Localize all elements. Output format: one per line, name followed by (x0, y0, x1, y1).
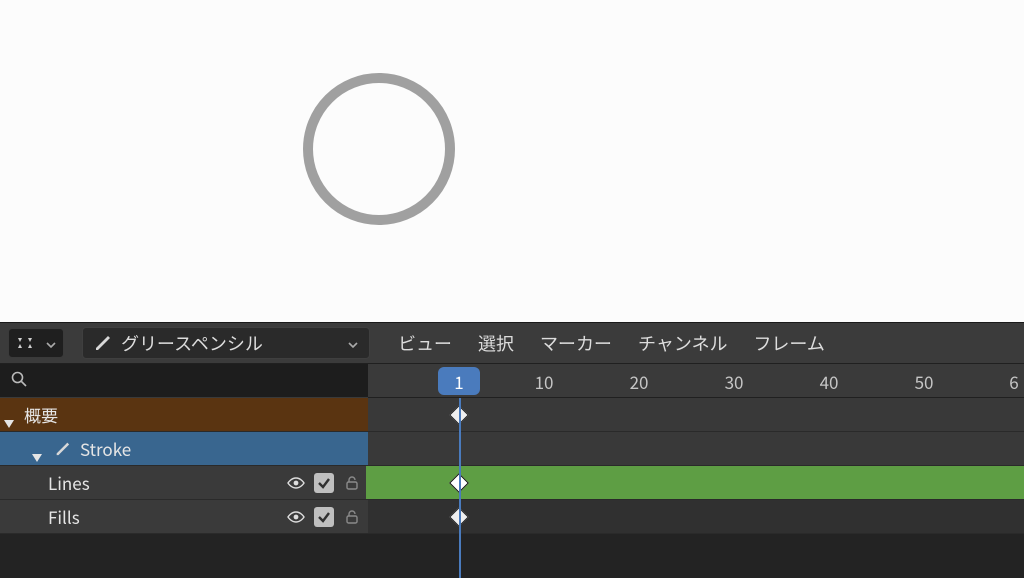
ruler-tick: 20 (630, 364, 649, 398)
channel-layer-row[interactable]: Lines (0, 466, 368, 500)
current-frame-indicator[interactable]: 1 (438, 367, 480, 395)
viewport[interactable] (0, 0, 1024, 322)
grease-pencil-icon (93, 331, 111, 356)
menu-view[interactable]: ビュー (398, 330, 452, 356)
ruler-tick: 6 (1009, 364, 1018, 398)
use-layer-checkbox[interactable] (314, 507, 334, 527)
visibility-toggle-icon[interactable] (286, 473, 306, 493)
dopesheet-icon (15, 331, 35, 356)
channel-summary-row[interactable]: 概要 (0, 398, 368, 432)
track-area[interactable] (368, 398, 1024, 534)
editor-type-dropdown[interactable] (8, 328, 64, 358)
channel-layer-label: Lines (48, 470, 280, 495)
lock-toggle-icon[interactable] (342, 473, 362, 493)
menu-frame[interactable]: フレーム (753, 330, 824, 356)
menu-channel[interactable]: チャンネル (638, 330, 727, 356)
track-layer[interactable] (368, 466, 1024, 500)
ruler-tick: 30 (725, 364, 744, 398)
frame-ruler[interactable]: 1 10 20 30 40 50 6 (368, 364, 1024, 398)
visibility-toggle-icon[interactable] (286, 507, 306, 527)
channel-search[interactable] (0, 364, 368, 398)
channel-summary-label: 概要 (24, 402, 362, 427)
track-layer[interactable] (368, 500, 1024, 534)
ruler-tick: 40 (820, 364, 839, 398)
grease-pencil-circle-stroke (303, 73, 455, 225)
dopesheet-header: グリースペンシル ビュー 選択 マーカー チャンネル フレーム (0, 322, 1024, 364)
dopesheet-editor: グリースペンシル ビュー 選択 マーカー チャンネル フレーム 1 (0, 322, 1024, 578)
dopesheet-subheader: 1 10 20 30 40 50 6 (0, 364, 1024, 398)
disclosure-triangle-icon[interactable] (32, 442, 46, 456)
search-icon (10, 368, 28, 393)
track-summary[interactable] (368, 398, 1024, 432)
use-layer-checkbox[interactable] (314, 473, 334, 493)
keyframe-diamond[interactable] (449, 507, 469, 527)
dopesheet-mode-label: グリースペンシル (121, 330, 337, 356)
channel-layer-label: Fills (48, 504, 280, 529)
channel-search-input[interactable] (28, 372, 368, 390)
dopesheet-mode-dropdown[interactable]: グリースペンシル (82, 327, 370, 359)
menu-select[interactable]: 選択 (478, 330, 514, 356)
track-object[interactable] (368, 432, 1024, 466)
menu-marker[interactable]: マーカー (540, 330, 612, 356)
disclosure-triangle-icon[interactable] (4, 408, 18, 422)
chevron-down-icon (45, 331, 57, 356)
lock-toggle-icon[interactable] (342, 507, 362, 527)
channel-list: 概要 Stroke Lines (0, 398, 368, 534)
ruler-tick: 50 (915, 364, 934, 398)
chevron-down-icon (347, 331, 359, 356)
channel-object-row[interactable]: Stroke (0, 432, 368, 466)
grease-pencil-icon (54, 436, 70, 461)
dopesheet-menu-bar: ビュー 選択 マーカー チャンネル フレーム (388, 330, 825, 356)
channel-object-label: Stroke (80, 436, 362, 461)
ruler-tick: 10 (535, 364, 554, 398)
channel-layer-row[interactable]: Fills (0, 500, 368, 534)
keyframe-diamond[interactable] (449, 405, 469, 425)
